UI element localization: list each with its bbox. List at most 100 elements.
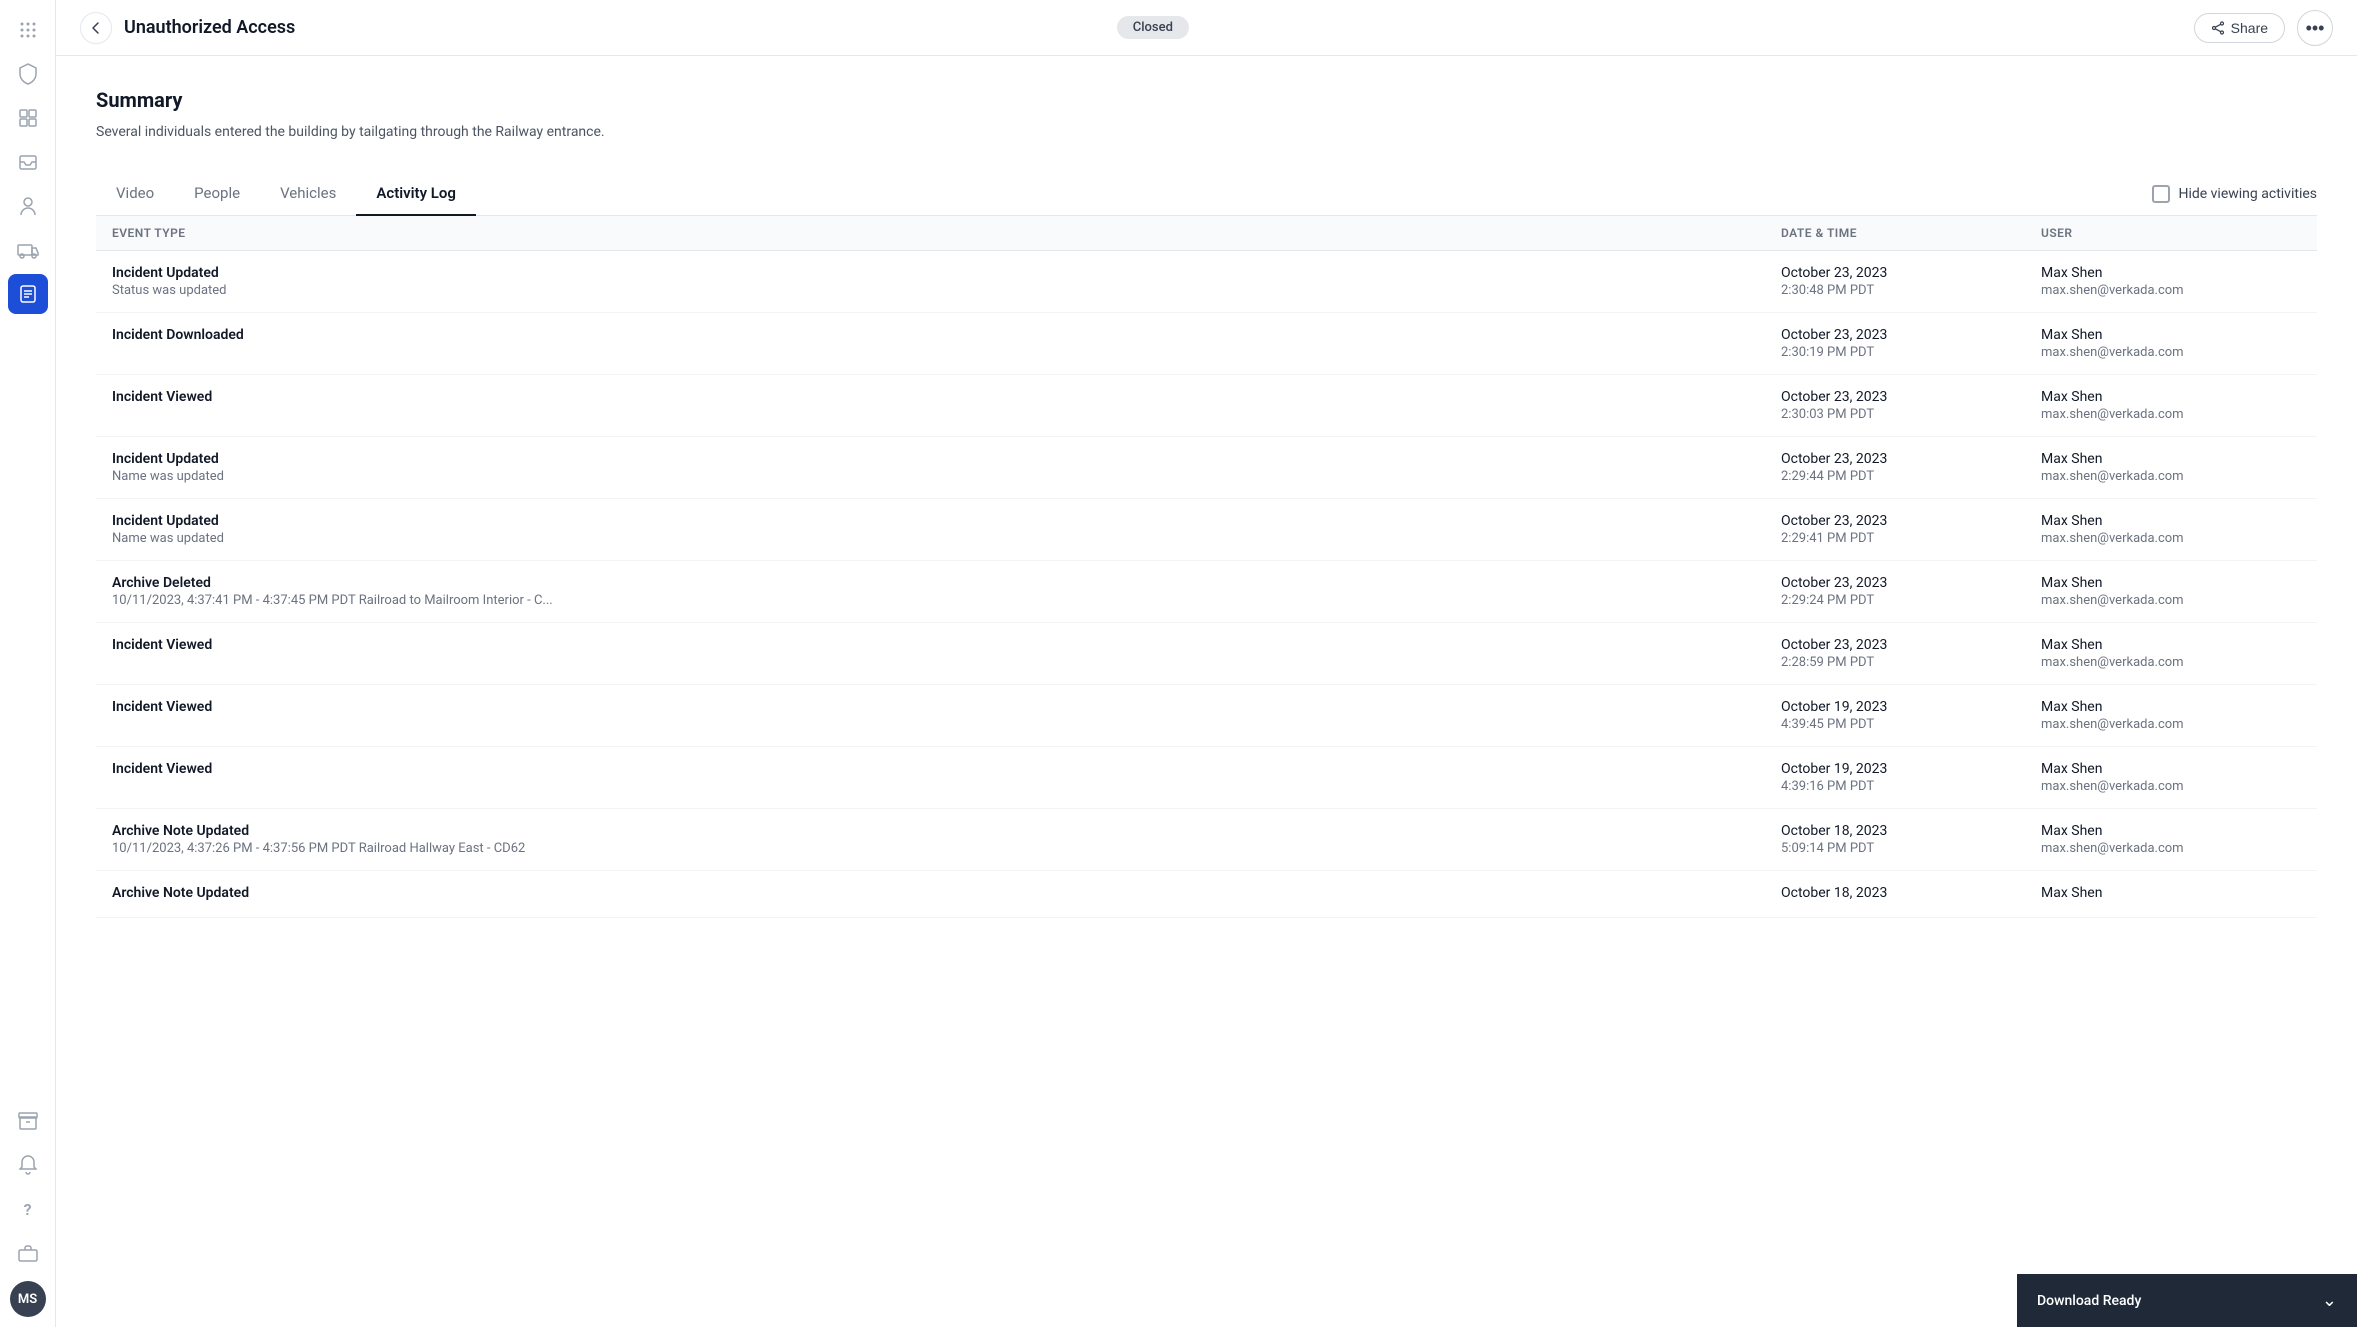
date-primary: October 23, 2023 (1781, 389, 2041, 405)
table-row: Archive Note Updated 10/11/2023, 4:37:26… (96, 809, 2317, 871)
event-cell: Incident Updated Status was updated (112, 265, 1781, 298)
date-primary: October 18, 2023 (1781, 885, 2041, 901)
table-row: Archive Deleted 10/11/2023, 4:37:41 PM -… (96, 561, 2317, 623)
summary-heading: Summary (96, 88, 2317, 112)
user-cell: Max Shen max.shen@verkada.com (2041, 265, 2301, 298)
status-badge: Closed (1117, 16, 1189, 39)
event-cell: Incident Updated Name was updated (112, 451, 1781, 484)
date-secondary: 2:30:48 PM PDT (1781, 283, 2041, 298)
user-email: max.shen@verkada.com (2041, 841, 2301, 856)
user-email: max.shen@verkada.com (2041, 407, 2301, 422)
inbox-icon[interactable] (8, 142, 48, 182)
table-row: Incident Updated Name was updated Octobe… (96, 499, 2317, 561)
date-primary: October 23, 2023 (1781, 327, 2041, 343)
event-cell: Incident Viewed (112, 699, 1781, 717)
dashboard-icon[interactable] (8, 98, 48, 138)
user-email: max.shen@verkada.com (2041, 655, 2301, 670)
activity-log-icon[interactable] (8, 274, 48, 314)
date-cell: October 23, 2023 2:30:03 PM PDT (1781, 389, 2041, 422)
event-cell: Archive Deleted 10/11/2023, 4:37:41 PM -… (112, 575, 1781, 608)
user-cell: Max Shen max.shen@verkada.com (2041, 761, 2301, 794)
user-cell: Max Shen max.shen@verkada.com (2041, 389, 2301, 422)
user-email: max.shen@verkada.com (2041, 283, 2301, 298)
date-cell: October 18, 2023 (1781, 885, 2041, 903)
date-primary: October 19, 2023 (1781, 761, 2041, 777)
event-type-label: Incident Updated (112, 265, 1781, 281)
table-row: Incident Viewed October 19, 2023 4:39:16… (96, 747, 2317, 809)
more-options-button[interactable]: ••• (2297, 10, 2333, 46)
user-name: Max Shen (2041, 265, 2301, 281)
col-event-type: Event Type (112, 226, 1781, 240)
user-name: Max Shen (2041, 637, 2301, 653)
tab-people[interactable]: People (174, 172, 260, 216)
user-name: Max Shen (2041, 575, 2301, 591)
table-row: Incident Downloaded October 23, 2023 2:3… (96, 313, 2317, 375)
download-ready-banner[interactable]: Download Ready ⌄ (2017, 1274, 2357, 1327)
event-type-label: Incident Downloaded (112, 327, 1781, 343)
date-secondary: 2:30:03 PM PDT (1781, 407, 2041, 422)
user-email: max.shen@verkada.com (2041, 593, 2301, 608)
truck-icon[interactable] (8, 230, 48, 270)
archive-icon[interactable] (8, 1101, 48, 1141)
col-date-time: Date & Time (1781, 226, 2041, 240)
date-primary: October 19, 2023 (1781, 699, 2041, 715)
date-cell: October 23, 2023 2:29:24 PM PDT (1781, 575, 2041, 608)
hide-viewing-checkbox[interactable] (2152, 185, 2170, 203)
table-header: Event Type Date & Time User (96, 216, 2317, 251)
event-type-label: Incident Viewed (112, 699, 1781, 715)
user-name: Max Shen (2041, 885, 2301, 901)
user-cell: Max Shen max.shen@verkada.com (2041, 513, 2301, 546)
user-email: max.shen@verkada.com (2041, 717, 2301, 732)
person-pin-icon[interactable] (8, 186, 48, 226)
event-detail-label: 10/11/2023, 4:37:41 PM - 4:37:45 PM PDT … (112, 593, 592, 608)
tab-activity-log[interactable]: Activity Log (356, 172, 476, 216)
help-icon[interactable]: ? (8, 1189, 48, 1229)
date-secondary: 2:29:44 PM PDT (1781, 469, 2041, 484)
date-primary: October 23, 2023 (1781, 637, 2041, 653)
tab-vehicles[interactable]: Vehicles (260, 172, 356, 216)
table-row: Incident Updated Name was updated Octobe… (96, 437, 2317, 499)
user-cell: Max Shen max.shen@verkada.com (2041, 575, 2301, 608)
user-email: max.shen@verkada.com (2041, 779, 2301, 794)
user-name: Max Shen (2041, 451, 2301, 467)
event-cell: Incident Viewed (112, 389, 1781, 407)
date-primary: October 23, 2023 (1781, 265, 2041, 281)
share-button[interactable]: Share (2194, 13, 2285, 43)
bell-icon[interactable] (8, 1145, 48, 1185)
date-cell: October 19, 2023 4:39:16 PM PDT (1781, 761, 2041, 794)
page-title: Unauthorized Access (124, 17, 1105, 38)
user-name: Max Shen (2041, 389, 2301, 405)
event-detail-label: 10/11/2023, 4:37:26 PM - 4:37:56 PM PDT … (112, 841, 592, 856)
user-email: max.shen@verkada.com (2041, 469, 2301, 484)
back-button[interactable] (80, 12, 112, 44)
user-name: Max Shen (2041, 513, 2301, 529)
user-email: max.shen@verkada.com (2041, 531, 2301, 546)
date-primary: October 23, 2023 (1781, 513, 2041, 529)
briefcase-icon[interactable] (8, 1233, 48, 1273)
date-cell: October 23, 2023 2:30:48 PM PDT (1781, 265, 2041, 298)
share-label: Share (2231, 20, 2268, 36)
date-cell: October 23, 2023 2:29:44 PM PDT (1781, 451, 2041, 484)
tab-video[interactable]: Video (96, 172, 174, 216)
event-type-label: Incident Viewed (112, 761, 1781, 777)
date-cell: October 19, 2023 4:39:45 PM PDT (1781, 699, 2041, 732)
app-launcher[interactable]: ? MS (0, 0, 56, 1327)
shield-icon[interactable] (8, 54, 48, 94)
date-secondary: 4:39:45 PM PDT (1781, 717, 2041, 732)
download-ready-chevron-icon: ⌄ (2322, 1290, 2337, 1311)
event-cell: Archive Note Updated (112, 885, 1781, 903)
event-cell: Archive Note Updated 10/11/2023, 4:37:26… (112, 823, 1781, 856)
user-avatar[interactable]: MS (10, 1281, 46, 1317)
user-name: Max Shen (2041, 327, 2301, 343)
hide-viewing-toggle[interactable]: Hide viewing activities (2152, 177, 2317, 211)
date-primary: October 23, 2023 (1781, 451, 2041, 467)
date-primary: October 18, 2023 (1781, 823, 2041, 839)
table-row: Incident Viewed October 23, 2023 2:30:03… (96, 375, 2317, 437)
date-cell: October 23, 2023 2:30:19 PM PDT (1781, 327, 2041, 360)
date-secondary: 2:28:59 PM PDT (1781, 655, 2041, 670)
event-type-label: Incident Updated (112, 513, 1781, 529)
event-type-label: Archive Note Updated (112, 885, 1781, 901)
grid-dots-icon[interactable] (8, 10, 48, 50)
date-secondary: 4:39:16 PM PDT (1781, 779, 2041, 794)
download-ready-label: Download Ready (2037, 1293, 2141, 1309)
